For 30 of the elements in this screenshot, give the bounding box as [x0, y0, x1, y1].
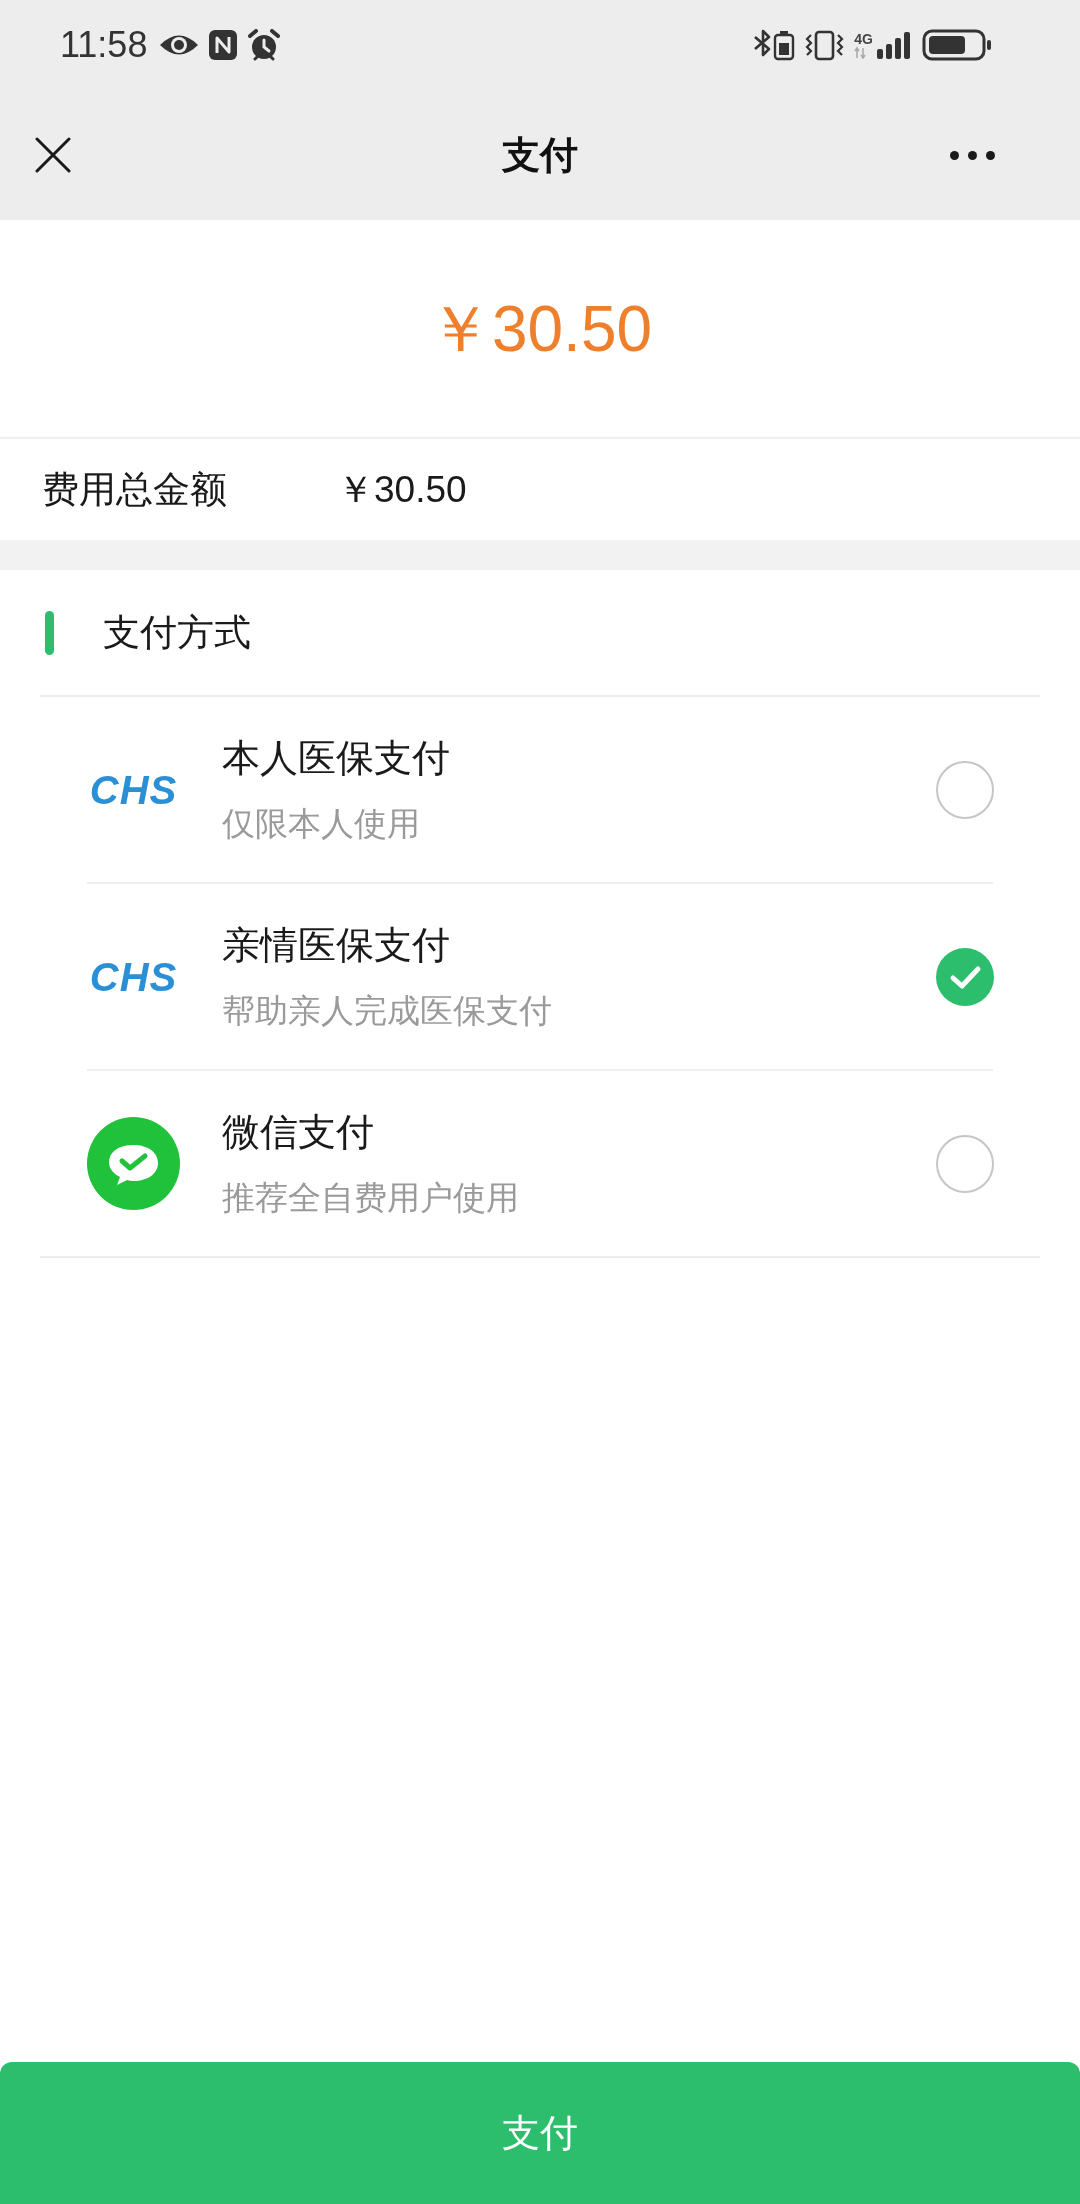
method-logo: CHS — [89, 956, 178, 997]
total-fee-value: ￥30.50 — [337, 467, 467, 512]
radio-button[interactable] — [936, 760, 994, 819]
method-title: 微信支付 — [222, 1110, 375, 1155]
method-title: 本人医保支付 — [222, 736, 451, 781]
vibrate-icon — [805, 29, 845, 61]
chat-bubble-icon — [87, 1117, 180, 1210]
nfc-icon — [209, 30, 238, 60]
close-icon[interactable] — [35, 137, 71, 173]
payment-amount: ￥30.50 — [427, 296, 653, 361]
section-title: 支付方式 — [103, 610, 251, 655]
battery-icon — [922, 29, 992, 61]
network-type-label: 4G — [854, 31, 873, 46]
clock-time: 11:58 — [60, 27, 148, 63]
radio-button[interactable] — [936, 1134, 994, 1193]
accent-bar-icon — [45, 610, 54, 655]
method-subtitle: 帮助亲人完成医保支付 — [222, 991, 553, 1031]
method-logo: CHS — [89, 769, 178, 810]
radio-button[interactable] — [936, 947, 994, 1006]
method-subtitle: 仅限本人使用 — [222, 804, 421, 844]
signal-icon — [877, 31, 910, 59]
method-title: 亲情医保支付 — [222, 923, 451, 968]
method-subtitle: 推荐全自费用户使用 — [222, 1178, 520, 1218]
bluetooth-battery-icon — [753, 29, 796, 61]
page-title: 支付 — [502, 133, 578, 176]
pay-button[interactable]: 支付 — [0, 2062, 1080, 2204]
more-icon[interactable] — [950, 150, 995, 160]
data-arrows-icon — [854, 45, 867, 59]
alarm-clock-icon — [247, 29, 282, 61]
total-fee-label: 费用总金额 — [42, 467, 228, 512]
